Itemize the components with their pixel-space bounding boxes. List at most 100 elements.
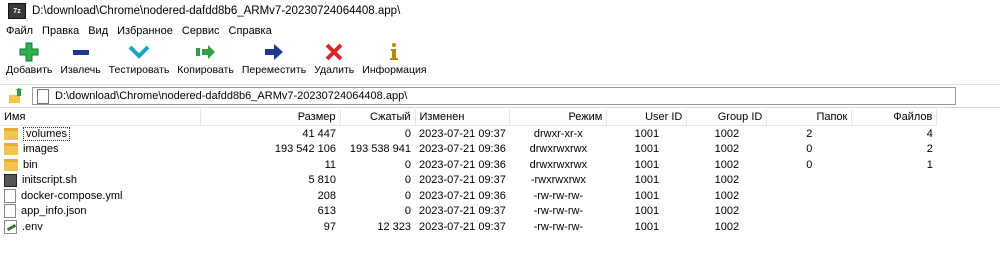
delete-button[interactable]: Удалить bbox=[314, 40, 354, 84]
cell-size: 5 810 bbox=[308, 174, 336, 187]
file-name: app_info.json bbox=[21, 205, 87, 218]
cell-user-id: 1001 bbox=[634, 143, 660, 156]
arrow-right-icon bbox=[258, 41, 290, 63]
cell-modified: 2023-07-21 09:37 bbox=[419, 174, 506, 187]
cell-packed: 0 bbox=[404, 127, 411, 140]
table-row[interactable]: images 193 542 106 193 538 941 2023-07-2… bbox=[0, 142, 937, 158]
test-button[interactable]: Тестировать bbox=[108, 40, 170, 84]
cell-size: 41 447 bbox=[302, 127, 336, 140]
table-row[interactable]: .env 97 12 323 2023-07-21 09:37 -rw-rw-r… bbox=[0, 219, 937, 235]
file-name: images bbox=[23, 143, 59, 156]
delete-label: Удалить bbox=[314, 64, 355, 76]
cell-mode: -rw-rw-rw- bbox=[533, 205, 584, 218]
cell-packed: 0 bbox=[404, 205, 411, 218]
cell-size: 11 bbox=[324, 158, 336, 171]
copy-arrow-icon bbox=[190, 41, 222, 63]
table-row[interactable]: volumes 41 447 0 2023-07-21 09:37 drwxr-… bbox=[0, 126, 937, 142]
info-button[interactable]: Информация bbox=[362, 40, 427, 84]
cell-packed: 0 bbox=[404, 189, 411, 202]
menu-bar: Файл Правка Вид Избранное Сервис Справка bbox=[0, 22, 1000, 40]
col-modified[interactable]: Изменен bbox=[415, 109, 511, 126]
move-button[interactable]: Переместить bbox=[242, 40, 306, 84]
extract-label: Извлечь bbox=[60, 64, 101, 76]
table-row[interactable]: docker-compose.yml 208 0 2023-07-21 09:3… bbox=[0, 188, 937, 204]
cell-group-id: 1002 bbox=[714, 174, 740, 187]
table-row[interactable]: initscript.sh 5 810 0 2023-07-21 09:37 -… bbox=[0, 173, 937, 189]
address-bar: D:\download\Chrome\nodered-dafdd8b6_ARMv… bbox=[0, 85, 1000, 108]
cell-user-id: 1001 bbox=[634, 158, 660, 171]
menu-tools[interactable]: Сервис bbox=[182, 25, 220, 37]
col-mode[interactable]: Режим bbox=[509, 109, 608, 126]
cell-size: 613 bbox=[317, 205, 336, 218]
cell-files bbox=[852, 219, 937, 235]
cell-size: 208 bbox=[317, 189, 336, 202]
col-name[interactable]: Имя bbox=[0, 109, 201, 126]
title-bar: 7z D:\download\Chrome\nodered-dafdd8b6_A… bbox=[0, 0, 1000, 22]
cell-user-id: 1001 bbox=[634, 220, 660, 233]
copy-label: Копировать bbox=[177, 64, 234, 76]
cell-packed: 0 bbox=[404, 158, 411, 171]
cell-packed: 193 538 941 bbox=[349, 143, 411, 156]
cell-mode: drwxrwxrwx bbox=[529, 143, 588, 156]
cell-folders bbox=[767, 188, 852, 204]
minus-icon bbox=[65, 41, 97, 63]
col-packed[interactable]: Сжатый bbox=[340, 109, 416, 126]
cell-group-id: 1002 bbox=[714, 189, 740, 202]
app-7zip-icon: 7z bbox=[8, 3, 26, 19]
cell-folders bbox=[767, 173, 852, 189]
cell-files: 4 bbox=[926, 127, 933, 140]
folder-icon bbox=[4, 158, 18, 171]
test-label: Тестировать bbox=[108, 64, 170, 76]
extract-button[interactable]: Извлечь bbox=[60, 40, 101, 84]
table-row[interactable]: app_info.json 613 0 2023-07-21 09:37 -rw… bbox=[0, 204, 937, 220]
cell-mode: drwxr-xr-x bbox=[533, 127, 583, 140]
document-icon bbox=[37, 88, 49, 104]
cell-user-id: 1001 bbox=[634, 205, 660, 218]
cell-files: 1 bbox=[926, 158, 933, 171]
col-folders[interactable]: Папок bbox=[766, 109, 853, 126]
add-label: Добавить bbox=[6, 64, 53, 76]
cell-packed: 12 323 bbox=[377, 220, 411, 233]
cell-files bbox=[852, 188, 937, 204]
cell-files bbox=[852, 173, 937, 189]
add-button[interactable]: Добавить bbox=[6, 40, 52, 84]
copy-button[interactable]: Копировать bbox=[177, 40, 234, 84]
cell-group-id: 1002 bbox=[714, 143, 740, 156]
column-header-row: Имя Размер Сжатый Изменен Режим User ID … bbox=[0, 109, 938, 126]
cell-mode: -rw-rw-rw- bbox=[533, 189, 584, 202]
cell-user-id: 1001 bbox=[634, 127, 660, 140]
col-group-id[interactable]: Group ID bbox=[686, 109, 768, 126]
cell-folders bbox=[767, 219, 852, 235]
cell-files bbox=[852, 204, 937, 220]
address-input[interactable]: D:\download\Chrome\nodered-dafdd8b6_ARMv… bbox=[32, 87, 956, 105]
menu-file[interactable]: Файл bbox=[6, 25, 33, 37]
cell-modified: 2023-07-21 09:36 bbox=[419, 143, 506, 156]
menu-favorites[interactable]: Избранное bbox=[117, 25, 173, 37]
cell-modified: 2023-07-21 09:37 bbox=[419, 205, 506, 218]
menu-view[interactable]: Вид bbox=[88, 25, 108, 37]
cell-group-id: 1002 bbox=[714, 127, 740, 140]
file-list: Имя Размер Сжатый Изменен Режим User ID … bbox=[0, 109, 938, 235]
file-name: initscript.sh bbox=[22, 174, 78, 187]
table-row[interactable]: bin 11 0 2023-07-21 09:36 drwxrwxrwx 100… bbox=[0, 157, 937, 173]
x-icon bbox=[318, 41, 350, 63]
cell-modified: 2023-07-21 09:37 bbox=[419, 127, 506, 140]
cell-mode: -rw-rw-rw- bbox=[533, 220, 584, 233]
yaml-file-icon bbox=[4, 188, 16, 203]
info-label: Информация bbox=[362, 64, 427, 76]
folder-icon bbox=[4, 143, 18, 156]
col-files[interactable]: Файлов bbox=[851, 109, 938, 126]
cell-group-id: 1002 bbox=[714, 158, 740, 171]
col-user-id[interactable]: User ID bbox=[606, 109, 688, 126]
menu-edit[interactable]: Правка bbox=[42, 25, 79, 37]
plus-icon bbox=[13, 41, 45, 63]
json-file-icon bbox=[4, 204, 16, 219]
folder-up-icon[interactable] bbox=[8, 88, 24, 104]
cell-folders: 2 bbox=[806, 127, 813, 140]
cell-folders bbox=[767, 204, 852, 220]
cell-files: 2 bbox=[926, 143, 933, 156]
cell-group-id: 1002 bbox=[714, 220, 740, 233]
menu-help[interactable]: Справка bbox=[229, 25, 272, 37]
script-file-icon bbox=[4, 173, 17, 187]
col-size[interactable]: Размер bbox=[200, 109, 341, 126]
